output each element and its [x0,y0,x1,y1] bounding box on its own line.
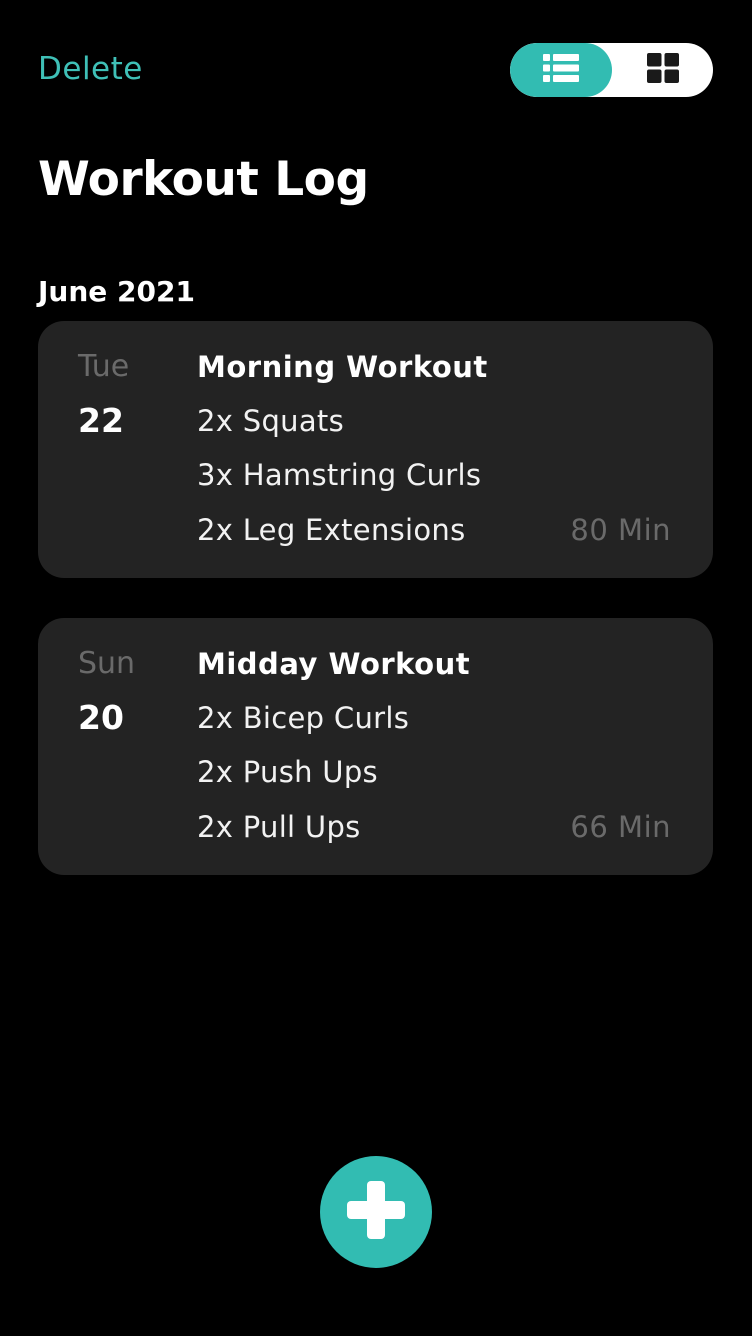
exercise-item: 2x Bicep Curls [197,701,410,735]
workout-duration: 66 Min [570,810,671,844]
view-toggle[interactable] [510,43,713,97]
grid-icon [646,53,679,87]
exercise-item: 2x Pull Ups [197,810,361,844]
month-heading: June 2021 [38,275,195,308]
workout-title: Midday Workout [197,647,471,681]
workout-day-name: Tue [78,349,130,384]
plus-icon [347,1181,405,1243]
workout-duration: 80 Min [570,513,671,547]
list-icon [543,54,579,86]
workout-title: Morning Workout [197,350,488,384]
add-workout-button[interactable] [320,1156,432,1268]
exercise-item: 2x Leg Extensions [197,513,466,547]
workout-day-number: 20 [78,698,124,737]
exercise-item: 3x Hamstring Curls [197,458,482,492]
list-view-button[interactable] [510,43,612,97]
workout-card[interactable]: Tue 22 Morning Workout 2x Squats 3x Hams… [38,321,713,578]
workout-day-name: Sun [78,646,136,681]
exercise-item: 2x Push Ups [197,755,378,789]
workout-day-number: 22 [78,401,124,440]
workout-card[interactable]: Sun 20 Midday Workout 2x Bicep Curls 2x … [38,618,713,875]
exercise-item: 2x Squats [197,404,344,438]
page-title: Workout Log [38,152,369,207]
delete-button[interactable]: Delete [38,48,143,90]
grid-view-button[interactable] [612,43,713,97]
